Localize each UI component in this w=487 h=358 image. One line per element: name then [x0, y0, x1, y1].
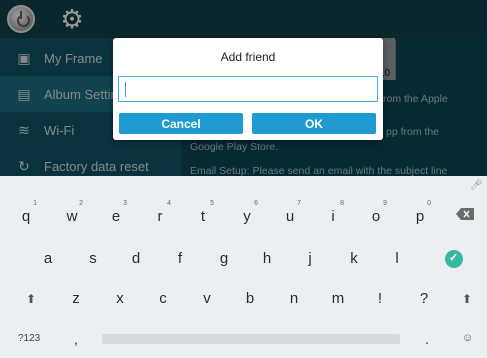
shift-left-icon[interactable]: ⬆: [26, 292, 36, 306]
key-f[interactable]: f: [160, 238, 200, 278]
key-i[interactable]: i8: [313, 196, 353, 236]
space-bar[interactable]: [102, 334, 400, 344]
shift-right-icon[interactable]: ⬆: [462, 292, 472, 306]
soft-keyboard: 🎤︎ q1 w2 e3 r4 t5 y6 u7 i8 o9 p0 a s d f…: [0, 176, 487, 358]
key-c[interactable]: c: [143, 278, 183, 318]
key-y[interactable]: y6: [227, 196, 267, 236]
key-k[interactable]: k: [334, 238, 374, 278]
key-o[interactable]: o9: [356, 196, 396, 236]
key-h[interactable]: h: [247, 238, 287, 278]
key-r[interactable]: r4: [140, 196, 180, 236]
key-question[interactable]: ?: [404, 278, 444, 318]
key-u[interactable]: u7: [270, 196, 310, 236]
microphone-icon[interactable]: 🎤︎: [470, 180, 483, 191]
backspace-icon[interactable]: [456, 208, 474, 220]
add-friend-dialog: Add friend Cancel OK: [113, 38, 383, 140]
key-t[interactable]: t5: [183, 196, 223, 236]
text-caret: [125, 82, 126, 97]
key-x[interactable]: x: [100, 278, 140, 318]
key-m[interactable]: m: [318, 278, 358, 318]
key-l[interactable]: l: [377, 238, 417, 278]
key-exclamation[interactable]: !: [360, 278, 400, 318]
ok-button[interactable]: OK: [252, 113, 376, 134]
key-j[interactable]: j: [290, 238, 330, 278]
key-v[interactable]: v: [187, 278, 227, 318]
dialog-title: Add friend: [220, 50, 276, 64]
cancel-button[interactable]: Cancel: [119, 113, 243, 134]
key-period[interactable]: .: [425, 331, 429, 347]
key-z[interactable]: z: [56, 278, 96, 318]
key-b[interactable]: b: [230, 278, 270, 318]
key-s[interactable]: s: [73, 238, 113, 278]
enter-check-icon[interactable]: [445, 250, 463, 268]
key-g[interactable]: g: [204, 238, 244, 278]
key-q[interactable]: q1: [6, 196, 46, 236]
friend-input[interactable]: [118, 76, 378, 102]
key-p[interactable]: p0: [400, 196, 440, 236]
emoji-icon[interactable]: ☺: [462, 332, 473, 344]
key-n[interactable]: n: [274, 278, 314, 318]
key-comma[interactable]: ,: [74, 331, 78, 347]
key-a[interactable]: a: [28, 238, 68, 278]
key-d[interactable]: d: [116, 238, 156, 278]
key-e[interactable]: e3: [96, 196, 136, 236]
key-w[interactable]: w2: [52, 196, 92, 236]
numbers-key[interactable]: ?123: [18, 333, 40, 344]
